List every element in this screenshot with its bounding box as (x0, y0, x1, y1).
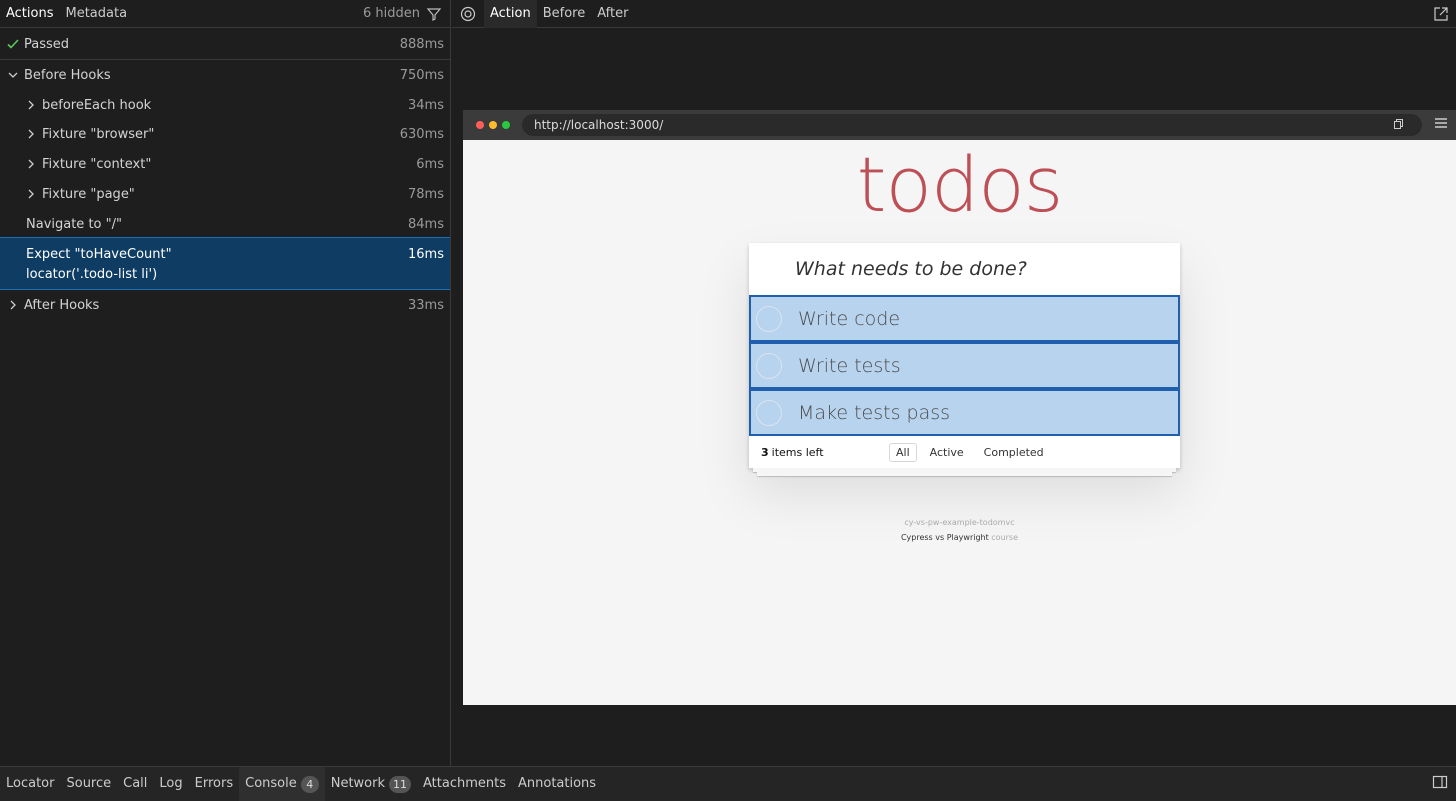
tab-metadata[interactable]: Metadata (60, 0, 134, 28)
tree-label: Expect "toHaveCount" (26, 247, 172, 262)
tree-item-navigate[interactable]: Navigate to "/" 84ms (0, 209, 450, 239)
info-course: Cypress vs Playwright course (463, 533, 1456, 542)
todo-item[interactable]: Write tests (749, 342, 1180, 389)
filter-all[interactable]: All (889, 442, 917, 462)
console-count-badge: 4 (300, 775, 319, 793)
tree-duration: 34ms (408, 97, 444, 113)
info-course-suffix: course (991, 533, 1019, 542)
tab-after[interactable]: After (591, 0, 634, 28)
tab-locator[interactable]: Locator (0, 767, 60, 801)
tree-item-before-hooks[interactable]: Before Hooks 750ms (0, 60, 450, 90)
actions-panel: Actions Metadata 6 hidden Passed 888ms B… (0, 0, 451, 766)
todo-filters: All Active Completed (889, 442, 1051, 462)
chevron-right-icon[interactable] (24, 98, 38, 112)
minimize-dot-icon (489, 121, 497, 129)
tab-console[interactable]: Console 4 (239, 767, 325, 801)
tab-before[interactable]: Before (537, 0, 592, 28)
snapshot-panel: Action Before After http://localhost:300… (452, 0, 1456, 766)
tab-annotations[interactable]: Annotations (512, 767, 602, 801)
tab-source[interactable]: Source (60, 767, 117, 801)
bottom-tab-bar: Locator Source Call Log Errors Console 4… (0, 766, 1456, 801)
sidebar-toggle-icon[interactable] (1432, 774, 1448, 794)
info-repo: cy-vs-pw-example-todomvc (904, 518, 1015, 527)
tab-log[interactable]: Log (153, 767, 188, 801)
tree-label: beforeEach hook (42, 97, 152, 113)
hidden-count: 6 hidden (363, 6, 420, 21)
todo-toggle[interactable] (756, 399, 782, 426)
tree-label: Before Hooks (24, 67, 111, 83)
todo-app: What needs to be done? Write code Write … (749, 243, 1180, 468)
filter-completed[interactable]: Completed (977, 443, 1051, 462)
filter-active[interactable]: Active (923, 443, 971, 462)
todo-count: 3 (761, 445, 769, 459)
tab-attachments[interactable]: Attachments (417, 767, 512, 801)
browser-toolbar: http://localhost:3000/ (463, 110, 1456, 140)
tree-item-passed[interactable]: Passed 888ms (0, 29, 450, 59)
app-title: todos (856, 140, 1064, 229)
todo-count-suffix: items left (771, 445, 824, 459)
tab-call[interactable]: Call (117, 767, 153, 801)
tree-item-after-hooks[interactable]: After Hooks 33ms (0, 290, 450, 320)
url-bar[interactable]: http://localhost:3000/ (522, 114, 1422, 136)
todo-label: Write tests (798, 354, 901, 377)
todo-toggle[interactable] (756, 305, 782, 332)
tree-item-expect-selected[interactable]: Expect "toHaveCount" locator('.todo-list… (0, 237, 450, 290)
tree-duration: 78ms (408, 186, 444, 202)
tree-label: Navigate to "/" (26, 216, 122, 232)
chevron-right-icon[interactable] (24, 187, 38, 201)
chevron-right-icon[interactable] (6, 298, 20, 312)
tab-actions[interactable]: Actions (0, 0, 60, 28)
check-icon (6, 37, 20, 51)
new-todo-input[interactable]: What needs to be done? (749, 243, 1180, 295)
todo-item[interactable]: Write code (749, 295, 1180, 342)
tree-duration: 16ms (408, 247, 444, 262)
snapshot-tab-bar: Action Before After (452, 0, 1456, 28)
todo-item[interactable]: Make tests pass (749, 389, 1180, 436)
snapshot-browser: http://localhost:3000/ todos What needs … (463, 110, 1456, 705)
info-course-main: Cypress vs Playwright (900, 533, 989, 542)
tab-errors[interactable]: Errors (189, 767, 239, 801)
tab-network[interactable]: Network 11 (325, 767, 417, 801)
tree-label: Fixture "page" (42, 186, 135, 202)
copy-icon[interactable] (1392, 118, 1404, 133)
tree-label: Fixture "browser" (42, 126, 155, 142)
external-window-icon[interactable] (1426, 0, 1456, 28)
todo-label: Write code (798, 307, 901, 330)
left-tab-bar: Actions Metadata 6 hidden (0, 0, 450, 28)
hidden-filter[interactable]: 6 hidden (363, 6, 450, 22)
tree-label: Passed (24, 36, 70, 52)
network-count-badge: 11 (389, 775, 412, 793)
todo-footer: 3 items left All Active Completed (749, 436, 1180, 468)
menu-icon[interactable] (1434, 117, 1448, 133)
chevron-right-icon[interactable] (24, 127, 38, 141)
tree-item-fixture-browser[interactable]: Fixture "browser" 630ms (0, 119, 450, 149)
maximize-dot-icon (502, 121, 510, 129)
url-text: http://localhost:3000/ (534, 118, 664, 132)
todo-label: Make tests pass (798, 401, 951, 424)
tree-item-beforeeach-hook[interactable]: beforeEach hook 34ms (0, 90, 450, 120)
tree-item-fixture-page[interactable]: Fixture "page" 78ms (0, 179, 450, 209)
tab-network-label: Network (330, 776, 386, 791)
tree-label: After Hooks (24, 297, 100, 313)
todo-toggle[interactable] (756, 352, 782, 379)
tree-item-fixture-context[interactable]: Fixture "context" 6ms (0, 149, 450, 179)
chevron-right-icon[interactable] (24, 157, 38, 171)
todo-stack-edge (757, 472, 1172, 476)
tree-duration: 630ms (399, 126, 444, 142)
tree-duration: 84ms (408, 216, 444, 232)
tree-duration: 6ms (416, 156, 444, 172)
tab-action[interactable]: Action (484, 0, 537, 28)
tree-label: Fixture "context" (42, 156, 152, 172)
filter-icon[interactable] (426, 6, 442, 22)
tree-duration: 750ms (399, 67, 444, 83)
tree-sublabel: locator('.todo-list li') (26, 267, 158, 282)
close-dot-icon (476, 121, 484, 129)
chevron-down-icon[interactable] (6, 68, 20, 82)
target-icon[interactable] (452, 0, 484, 28)
tab-console-label: Console (245, 776, 297, 791)
tree-duration: 888ms (399, 36, 444, 52)
tree-duration: 33ms (408, 297, 444, 313)
